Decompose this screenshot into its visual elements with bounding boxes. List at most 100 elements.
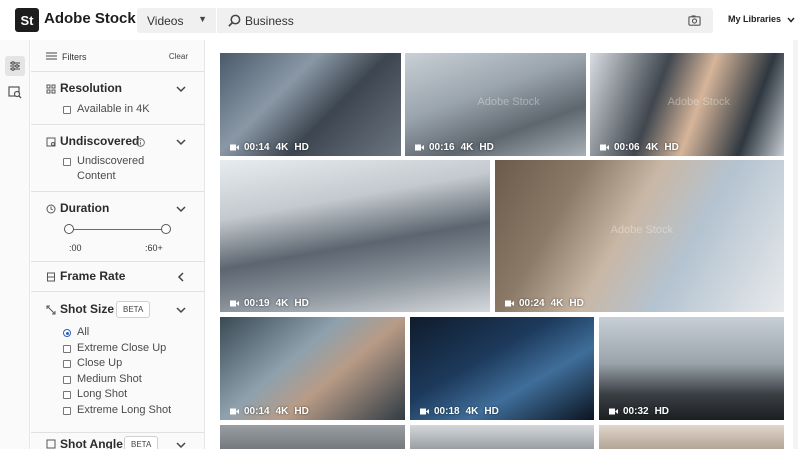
search-bar[interactable]	[217, 8, 713, 33]
filters-toggle-button[interactable]	[5, 56, 25, 76]
chevron-left-icon[interactable]	[176, 272, 186, 282]
shot-size-option[interactable]: Close Up	[63, 356, 122, 371]
checkbox-box[interactable]	[63, 375, 71, 384]
shot-size-option[interactable]: Extreme Long Shot	[63, 403, 171, 418]
undiscovered-section: Undiscovered Undiscovered Content	[31, 125, 204, 192]
video-quality: HD	[569, 297, 584, 309]
video-thumbnail[interactable]: 00:32 HD	[599, 317, 784, 420]
video-camera-icon	[600, 144, 609, 150]
shot-size-option[interactable]: Extreme Close Up	[63, 341, 166, 356]
video-resolution: 4K	[645, 141, 659, 153]
filters-panel: Filters Clear Resolution Available in 4K…	[31, 40, 205, 449]
checkbox-box[interactable]	[63, 106, 71, 114]
checkbox-box[interactable]	[63, 391, 71, 400]
checkbox-box[interactable]	[63, 407, 71, 415]
video-thumbnail[interactable]: Adobe Stock 00:16 4K HD	[405, 53, 586, 156]
brand-name[interactable]: Adobe Stock	[44, 10, 136, 27]
image-search-icon[interactable]	[8, 85, 22, 99]
resolution-title[interactable]: Resolution	[60, 81, 122, 95]
search-input[interactable]	[245, 11, 665, 30]
film-icon	[47, 272, 55, 282]
top-bar: St Adobe Stock Videos ▼ My Libraries	[0, 0, 800, 40]
image-icon	[46, 137, 56, 147]
available-4k-checkbox[interactable]: Available in 4K	[63, 102, 150, 117]
chevron-down-icon[interactable]	[176, 305, 186, 315]
content-type-value: Videos	[147, 13, 184, 28]
video-resolution: 4K	[275, 405, 289, 417]
watermark: Adobe Stock	[667, 96, 730, 109]
video-thumbnail[interactable]	[599, 425, 784, 449]
radio-button[interactable]	[63, 329, 71, 337]
filters-header: Filters Clear	[31, 40, 204, 72]
video-thumbnail[interactable]	[410, 425, 594, 449]
undiscovered-checkbox[interactable]: Undiscovered Content	[63, 154, 173, 184]
left-rail	[0, 40, 30, 449]
video-caption: 00:16 4K HD	[415, 140, 500, 154]
shot-size-option-label: Extreme Close Up	[77, 341, 167, 354]
video-resolution: 4K	[550, 297, 564, 309]
video-quality: HD	[479, 141, 494, 153]
video-duration: 00:16	[429, 141, 455, 153]
chevron-down-icon[interactable]	[176, 137, 186, 147]
checkbox-box[interactable]	[63, 344, 71, 353]
duration-max-handle[interactable]	[161, 224, 171, 234]
chevron-down-icon[interactable]	[176, 84, 186, 94]
filters-title: Filters	[62, 52, 87, 62]
video-thumbnail[interactable]: 00:14 4K HD	[220, 53, 401, 156]
shot-angle-title[interactable]: Shot Angle	[60, 437, 123, 449]
frame-rate-section: Frame Rate	[31, 262, 204, 292]
undiscovered-label: Undiscovered Content	[77, 155, 145, 182]
video-camera-icon	[609, 408, 618, 414]
sliders-icon	[10, 61, 20, 71]
checkbox-box[interactable]	[63, 158, 71, 166]
undiscovered-title[interactable]: Undiscovered	[60, 134, 139, 148]
shot-size-option[interactable]: Long Shot	[63, 387, 127, 402]
clock-icon	[46, 204, 56, 214]
chevron-down-icon[interactable]	[176, 440, 186, 449]
shot-size-option-label: Medium Shot	[77, 372, 142, 385]
duration-min-handle[interactable]	[64, 224, 74, 234]
visual-search-icon[interactable]	[688, 14, 701, 27]
watermark: Adobe Stock	[477, 96, 540, 109]
video-duration: 00:24	[519, 297, 545, 309]
shot-size-title[interactable]: Shot Size	[60, 302, 114, 316]
video-caption: 00:06 4K HD	[600, 140, 685, 154]
my-libraries-menu[interactable]: My Libraries	[728, 14, 795, 24]
chevron-down-icon[interactable]	[176, 204, 186, 214]
video-camera-icon	[415, 144, 424, 150]
frame-rate-title[interactable]: Frame Rate	[60, 269, 125, 283]
video-quality: HD	[294, 297, 309, 309]
duration-section: Duration :00 :60+	[31, 192, 204, 262]
video-thumbnail[interactable]	[220, 425, 405, 449]
resolution-section: Resolution Available in 4K	[31, 72, 204, 125]
scrollbar[interactable]	[793, 40, 798, 449]
video-thumbnail[interactable]: 00:18 4K HD	[410, 317, 594, 420]
video-caption: 00:18 4K HD	[420, 404, 505, 418]
duration-slider-track[interactable]	[69, 229, 166, 230]
results-grid: 00:14 4K HD Adobe Stock 00:16 4K HD Adobe Sto…	[206, 40, 800, 449]
video-resolution: 4K	[465, 405, 479, 417]
shot-size-option[interactable]: All	[63, 325, 89, 340]
adobe-stock-logo[interactable]: St	[15, 8, 39, 32]
shot-size-option-label: Extreme Long Shot	[77, 404, 172, 416]
duration-title[interactable]: Duration	[60, 201, 109, 215]
search-icon	[228, 14, 241, 27]
clear-filters-link[interactable]: Clear	[169, 52, 188, 61]
video-resolution: 4K	[275, 141, 289, 153]
checkbox-box[interactable]	[63, 360, 71, 369]
video-quality: HD	[294, 141, 309, 153]
content-type-select[interactable]: Videos ▼	[137, 8, 216, 33]
info-icon[interactable]	[136, 138, 145, 147]
video-caption: 00:14 4K HD	[230, 140, 315, 154]
video-caption: 00:19 4K HD	[230, 296, 315, 310]
video-thumbnail[interactable]: 00:14 4K HD	[220, 317, 405, 420]
watermark: Adobe Stock	[610, 223, 673, 236]
shot-size-option[interactable]: Medium Shot	[63, 372, 142, 387]
video-camera-icon	[420, 408, 429, 414]
angle-icon	[46, 439, 56, 449]
video-duration: 00:14	[244, 405, 270, 417]
video-thumbnail[interactable]: Adobe Stock 00:24 4K HD	[495, 160, 784, 312]
video-duration: 00:19	[244, 297, 270, 309]
video-thumbnail[interactable]: 00:19 4K HD	[220, 160, 490, 312]
video-thumbnail[interactable]: Adobe Stock 00:06 4K HD	[590, 53, 784, 156]
